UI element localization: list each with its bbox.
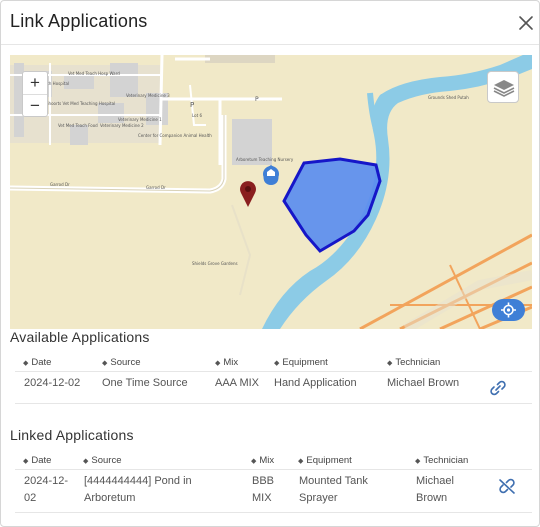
svg-text:Shields Grove Gardens: Shields Grove Gardens (192, 261, 238, 266)
svg-text:P: P (190, 101, 194, 109)
map-view[interactable]: Vet Med Teach Hosp Ward Veterinary Medic… (10, 55, 532, 329)
svg-text:Lot 6: Lot 6 (192, 113, 202, 118)
linked-header-mix[interactable]: ◆ Mix (251, 455, 274, 466)
svg-text:Veterinary Medicine 3: Veterinary Medicine 3 (126, 93, 170, 98)
available-header-divider (15, 371, 532, 372)
available-row-mix: AAA MIX (215, 377, 260, 389)
linked-header-divider (15, 469, 532, 470)
dialog-title: Link Applications (10, 11, 148, 31)
linked-row-divider (15, 512, 532, 513)
zoom-in-button[interactable]: + (23, 72, 47, 94)
svg-text:Arboretum Teaching Nursery: Arboretum Teaching Nursery (236, 157, 294, 162)
linked-header-source[interactable]: ◆ Source (83, 455, 122, 466)
linked-header-date[interactable]: ◆ Date (23, 455, 51, 466)
layers-button[interactable] (487, 71, 519, 103)
linked-row-source: [4444444444] Pond in Arboretum (84, 475, 192, 504)
linked-header-equipment[interactable]: ◆ Equipment (298, 455, 352, 466)
map-canvas[interactable]: Vet Med Teach Hosp Ward Veterinary Medic… (10, 55, 532, 329)
available-header-date[interactable]: ◆ Date (23, 357, 51, 368)
linked-applications-title: Linked Applications (10, 427, 134, 443)
available-applications-title: Available Applications (10, 329, 150, 345)
svg-text:Center for Companion Animal He: Center for Companion Animal Health (138, 133, 212, 138)
available-row-divider (15, 403, 532, 404)
linked-header-technician[interactable]: ◆ Technician (415, 455, 468, 466)
zoom-out-button[interactable]: − (23, 94, 47, 116)
svg-text:Veterinary Medicine 1: Veterinary Medicine 1 (118, 117, 162, 122)
available-row-date: 2024-12-02 (24, 377, 81, 389)
link-applications-dialog: Link Applications Vet Med Teach Hosp War… (0, 0, 540, 527)
layers-icon (493, 80, 515, 97)
dialog-header: Link Applications (1, 1, 539, 45)
close-icon[interactable] (516, 13, 536, 33)
svg-text:Grounds Shed Putah: Grounds Shed Putah (428, 95, 469, 100)
svg-text:Veterinary Medicine 2: Veterinary Medicine 2 (100, 123, 144, 128)
unlink-icon[interactable] (497, 477, 517, 495)
available-header-mix[interactable]: ◆ Mix (215, 357, 238, 368)
crosshair-icon (501, 302, 516, 318)
svg-text:P: P (255, 96, 259, 103)
available-row-equipment: Hand Application (274, 377, 357, 389)
available-header-technician[interactable]: ◆ Technician (387, 357, 440, 368)
link-icon[interactable] (488, 379, 508, 397)
linked-row-date: 2024-12- 02 (24, 475, 69, 504)
available-header-source[interactable]: ◆ Source (102, 357, 141, 368)
svg-text:Garrod Dr: Garrod Dr (146, 185, 166, 190)
available-header-equipment[interactable]: ◆ Equipment (274, 357, 328, 368)
svg-text:Garrod Dr: Garrod Dr (50, 182, 70, 187)
available-row-technician: Michael Brown (387, 377, 460, 389)
available-row-source: One Time Source (102, 377, 188, 389)
linked-row-equipment: Mounted Tank Sprayer (299, 475, 368, 504)
svg-text:Shoorts Vet Med Teaching Hospi: Shoorts Vet Med Teaching Hospital (46, 101, 115, 106)
linked-row-technician: Michael Brown (416, 475, 454, 504)
svg-text:Vet Med Teach Hosp Ward: Vet Med Teach Hosp Ward (68, 71, 120, 76)
svg-text:Vet Med Teach Food: Vet Med Teach Food (58, 123, 98, 128)
linked-row-mix: BBB MIX (252, 475, 275, 504)
zoom-control: + − (22, 71, 48, 117)
locate-button[interactable] (492, 299, 525, 321)
